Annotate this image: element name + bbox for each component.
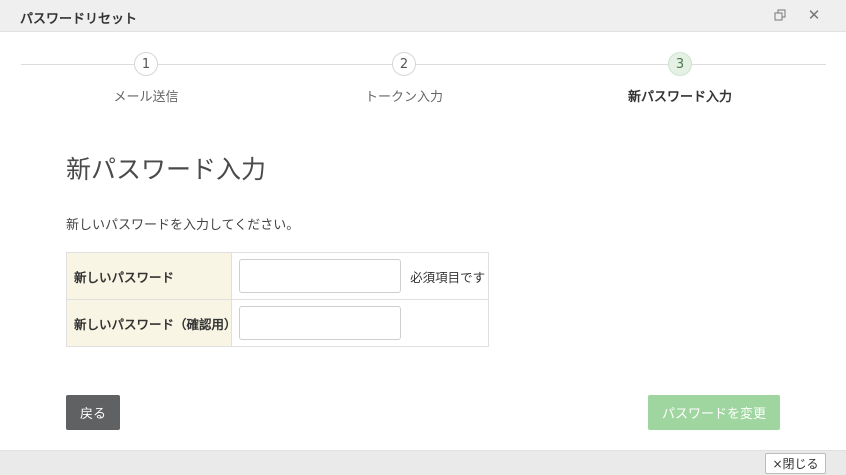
restore-window-icon[interactable] [772,7,788,23]
confirm-password-row: 新しいパスワード（確認用） [66,299,489,347]
confirm-password-cell [231,299,489,347]
title-bar: パスワードリセット ✕ [0,0,846,32]
confirm-password-input[interactable] [239,306,401,340]
step-3-indicator: 3 [668,52,692,76]
step-1-indicator: 1 [134,52,158,76]
change-password-button[interactable]: パスワードを変更 [648,395,780,430]
back-button[interactable]: 戻る [66,395,120,430]
instruction-text: 新しいパスワードを入力してください。 [66,218,300,233]
step-2-label: トークン入力 [364,90,443,105]
new-password-label: 新しいパスワード [66,252,232,300]
required-note: 必須項目です [410,269,486,285]
new-password-row: 新しいパスワード 必須項目です [66,252,489,300]
confirm-password-label: 新しいパスワード（確認用） [66,299,237,347]
window-title: パスワードリセット [20,12,138,27]
close-button[interactable]: ×閉じる [765,453,826,474]
page-title: 新パスワード入力 [66,155,267,184]
close-icon[interactable]: ✕ [806,6,822,24]
new-password-input[interactable] [239,259,401,293]
new-password-cell: 必須項目です [231,252,489,300]
footer-bar [0,450,846,475]
step-1-label: メール送信 [113,90,179,105]
password-form-table: 新しいパスワード 必須項目です 新しいパスワード（確認用） [66,252,489,347]
step-2-indicator: 2 [392,52,416,76]
step-3-label: 新パスワード入力 [627,90,732,105]
